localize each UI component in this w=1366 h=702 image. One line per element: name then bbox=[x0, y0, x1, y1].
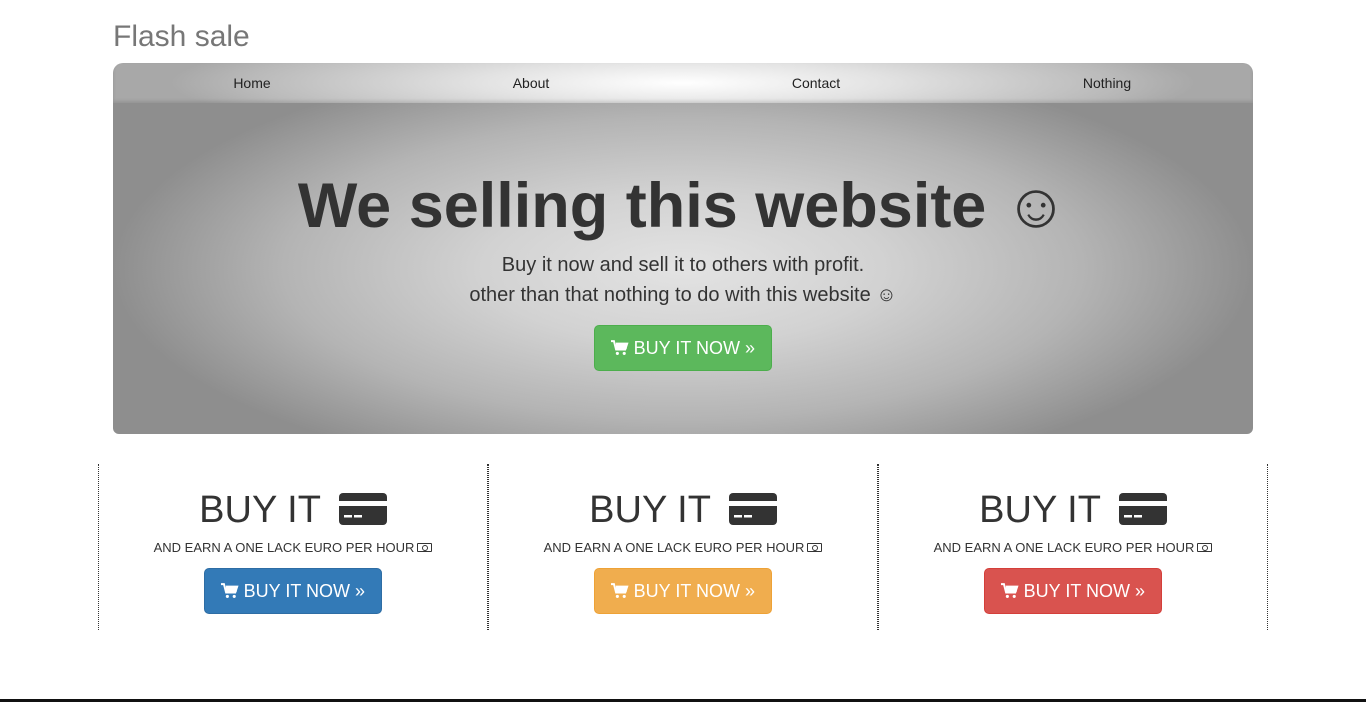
hero-buy-button-label: BUY IT NOW » bbox=[633, 338, 755, 358]
buy-now-button-label: BUY IT NOW » bbox=[633, 581, 755, 601]
column-subtitle-text: AND EARN A ONE LACK EURO PER HOUR bbox=[933, 540, 1195, 555]
nav-nothing-link[interactable]: Nothing bbox=[1083, 63, 1131, 103]
buy-column-2: BUY IT AND EARN A ONE LACK EURO PER HOUR… bbox=[488, 464, 878, 630]
hero-text-line-2: other than that nothing to do with this … bbox=[469, 284, 897, 306]
buy-now-button-label: BUY IT NOW » bbox=[243, 581, 365, 601]
buy-now-button-blue[interactable]: BUY IT NOW » bbox=[204, 568, 382, 614]
buy-now-button-red[interactable]: BUY IT NOW » bbox=[984, 568, 1162, 614]
column-subtitle-text: AND EARN A ONE LACK EURO PER HOUR bbox=[543, 540, 805, 555]
credit-card-icon bbox=[338, 492, 387, 525]
shopping-cart-icon bbox=[1001, 583, 1019, 598]
buy-column-3: BUY IT AND EARN A ONE LACK EURO PER HOUR… bbox=[878, 464, 1268, 630]
buy-column-1: BUY IT AND EARN A ONE LACK EURO PER HOUR… bbox=[98, 464, 488, 630]
shopping-cart-icon bbox=[611, 583, 629, 598]
credit-card-icon bbox=[1118, 492, 1167, 525]
money-bill-icon bbox=[1197, 543, 1213, 553]
nav-about-link[interactable]: About bbox=[513, 63, 550, 103]
hero-text-line-1: Buy it now and sell it to others with pr… bbox=[501, 254, 865, 276]
column-title-text: BUY IT bbox=[589, 489, 711, 531]
column-title-text: BUY IT bbox=[199, 489, 321, 531]
credit-card-icon bbox=[728, 492, 777, 525]
shopping-cart-icon bbox=[611, 340, 629, 355]
shopping-cart-icon bbox=[221, 583, 239, 598]
hero-title: We selling this website ☺ bbox=[297, 171, 1069, 241]
money-bill-icon bbox=[417, 543, 433, 553]
nav-contact-link[interactable]: Contact bbox=[792, 63, 840, 103]
hero-buy-button[interactable]: BUY IT NOW » bbox=[594, 325, 772, 371]
money-bill-icon bbox=[807, 543, 823, 553]
hero-jumbotron: We selling this website ☺ Buy it now and… bbox=[113, 103, 1253, 434]
column-title: BUY IT bbox=[489, 488, 877, 532]
column-subtitle: AND EARN A ONE LACK EURO PER HOUR bbox=[879, 540, 1267, 556]
buy-now-button-orange[interactable]: BUY IT NOW » bbox=[594, 568, 772, 614]
column-title: BUY IT bbox=[879, 488, 1267, 532]
buy-now-button-label: BUY IT NOW » bbox=[1023, 581, 1145, 601]
column-title-text: BUY IT bbox=[979, 489, 1101, 531]
column-subtitle-text: AND EARN A ONE LACK EURO PER HOUR bbox=[153, 540, 415, 555]
main-navbar: Home About Contact Nothing bbox=[113, 63, 1253, 103]
column-title: BUY IT bbox=[99, 488, 487, 532]
column-subtitle: AND EARN A ONE LACK EURO PER HOUR bbox=[489, 540, 877, 556]
column-subtitle: AND EARN A ONE LACK EURO PER HOUR bbox=[99, 540, 487, 556]
brand-title[interactable]: Flash sale bbox=[113, 18, 250, 56]
nav-home-link[interactable]: Home bbox=[233, 63, 270, 103]
